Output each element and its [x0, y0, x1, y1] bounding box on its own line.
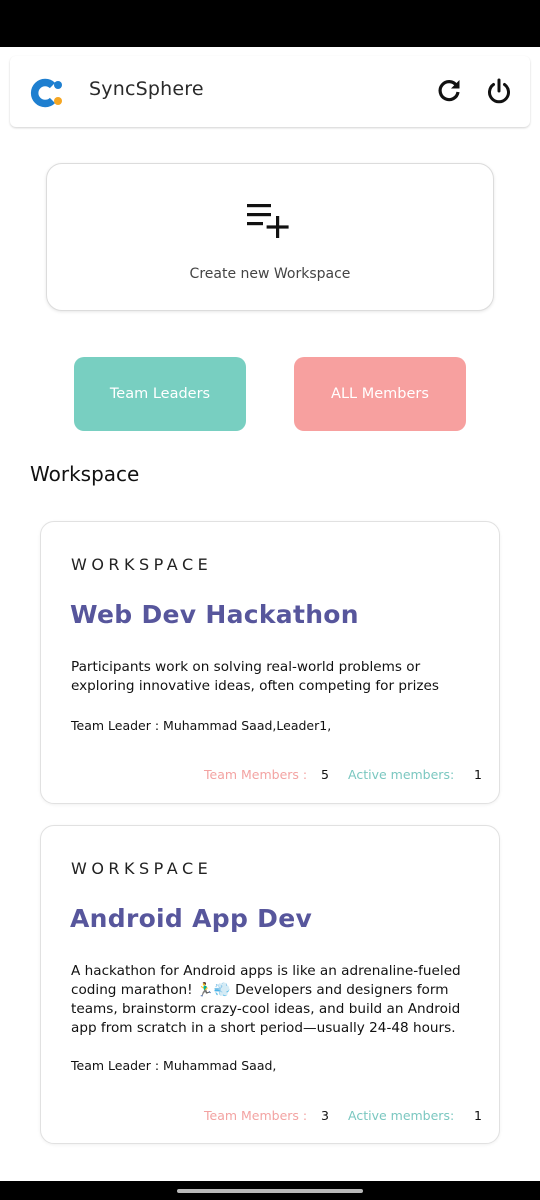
workspace-name: Web Dev Hackathon	[70, 600, 359, 629]
workspace-description: A hackathon for Android apps is like an …	[71, 963, 461, 1036]
logout-button[interactable]	[484, 76, 514, 106]
playlist-add-icon	[247, 204, 289, 238]
app-header: SyncSphere	[10, 56, 530, 127]
navigation-bar	[0, 1181, 540, 1200]
app-logo-icon	[30, 78, 62, 108]
active-members-count: 1	[474, 1108, 482, 1123]
workspace-card[interactable]: WORKSPACE Web Dev Hackathon Participants…	[40, 521, 500, 804]
create-workspace-card[interactable]: Create new Workspace	[46, 163, 494, 311]
workspace-description: Participants work on solving real-world …	[71, 659, 439, 694]
active-members-count: 1	[474, 767, 482, 782]
team-members-label: Team Members :	[204, 767, 308, 782]
workspace-leader: Team Leader : Muhammad Saad,Leader1,	[71, 718, 332, 733]
active-members-label: Active members:	[348, 1108, 455, 1123]
refresh-button[interactable]	[434, 76, 464, 106]
workspace-name: Android App Dev	[70, 904, 313, 933]
app-title: SyncSphere	[89, 78, 204, 100]
team-leaders-button[interactable]: Team Leaders	[74, 357, 246, 431]
team-members-label: Team Members :	[204, 1108, 308, 1123]
team-members-count: 3	[321, 1108, 329, 1123]
workspace-label: WORKSPACE	[71, 859, 213, 878]
status-bar	[0, 0, 540, 47]
refresh-icon	[438, 80, 460, 102]
home-indicator[interactable]	[177, 1189, 363, 1193]
all-members-button[interactable]: ALL Members	[294, 357, 466, 431]
create-workspace-label: Create new Workspace	[189, 266, 351, 282]
active-members-label: Active members:	[348, 767, 455, 782]
workspace-label: WORKSPACE	[71, 555, 213, 574]
power-icon	[488, 78, 510, 104]
section-title: Workspace	[30, 462, 140, 486]
team-members-count: 5	[321, 767, 329, 782]
workspace-leader: Team Leader : Muhammad Saad,	[71, 1058, 277, 1073]
workspace-card[interactable]: WORKSPACE Android App Dev A hackathon fo…	[40, 825, 500, 1144]
